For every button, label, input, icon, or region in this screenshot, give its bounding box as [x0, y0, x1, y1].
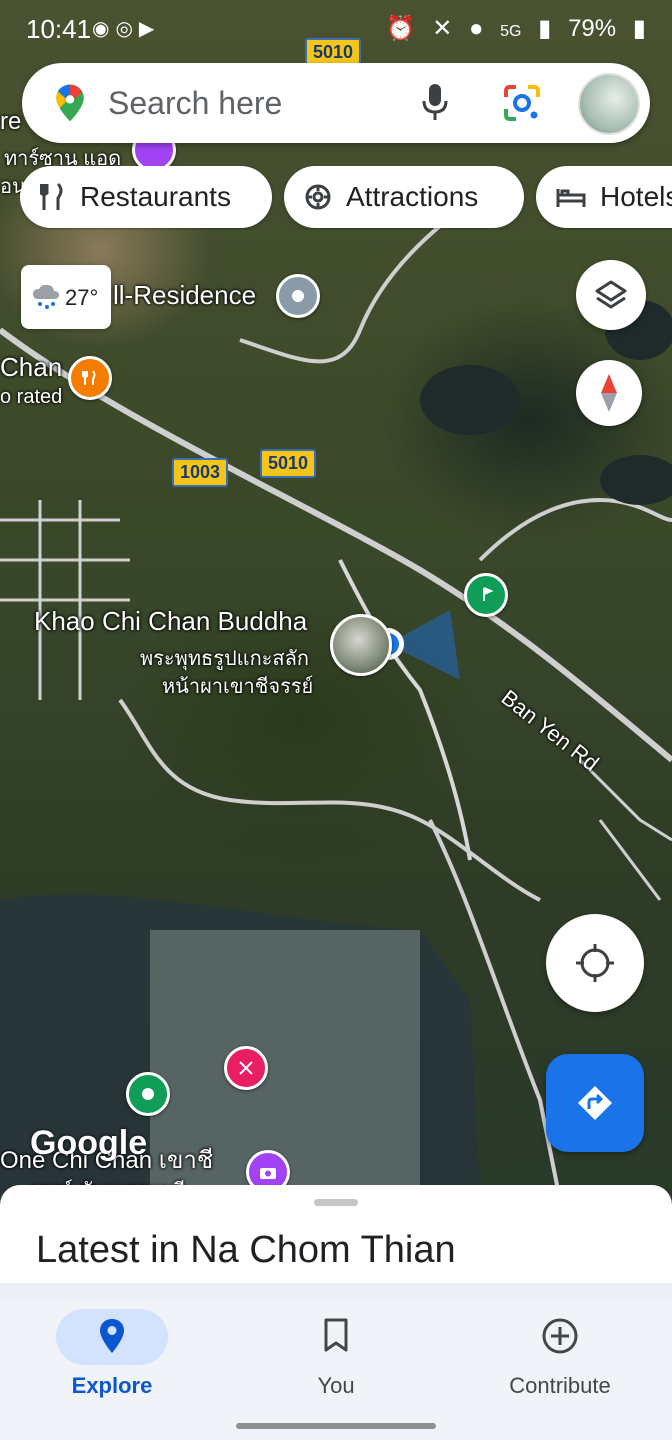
chip-attractions[interactable]: Attractions: [284, 166, 524, 228]
route-shield: 1003: [172, 458, 229, 487]
bottom-sheet[interactable]: Latest in Na Chom Thian: [0, 1185, 672, 1283]
compass-icon: [601, 374, 617, 412]
search-bar[interactable]: Search here: [22, 63, 650, 143]
nav-label: Contribute: [509, 1373, 611, 1398]
youtube-icon: ▶: [138, 18, 161, 40]
nav-explore[interactable]: Explore: [0, 1301, 224, 1411]
mute-icon: ✕: [432, 15, 453, 42]
location-pin-icon: [100, 1319, 124, 1353]
nav-you[interactable]: You: [224, 1301, 448, 1411]
route-shield: 5010: [260, 449, 317, 478]
map-label-buddha-thai: หน้าผาเขาชีจรรย์: [162, 676, 314, 698]
status-right: ⏰ ✕ ● 5G ▮ 79% ▮: [376, 14, 646, 43]
status-bar: 10:41 ◉◎▶ ⏰ ✕ ● 5G ▮ 79% ▮: [0, 0, 672, 58]
chip-label: Attractions: [346, 181, 479, 212]
crosshair-icon: [576, 944, 614, 982]
nav-label: Explore: [71, 1373, 153, 1398]
google-maps-logo-icon: [56, 84, 84, 122]
battery-icon: ▮: [632, 15, 646, 42]
my-location-button[interactable]: [546, 914, 644, 1012]
nav-contribute[interactable]: Contribute: [448, 1301, 672, 1411]
restaurant-pin-icon[interactable]: [68, 356, 112, 400]
location-icon: ●: [468, 15, 484, 42]
category-chips: Restaurants Attractions Hotels: [20, 166, 672, 230]
activity-pin-icon[interactable]: [224, 1046, 268, 1090]
sheet-drag-handle[interactable]: [314, 1199, 358, 1206]
add-circle-icon: [542, 1318, 578, 1354]
map-label-restaurant[interactable]: Chan: [0, 352, 62, 383]
residence-pin-icon[interactable]: [276, 274, 320, 318]
google-lens-icon[interactable]: [500, 81, 544, 125]
divider: [0, 1283, 672, 1301]
alarm-icon: ⏰: [385, 15, 416, 42]
layers-icon: [595, 280, 627, 309]
attraction-icon: [305, 184, 331, 210]
chip-restaurants[interactable]: Restaurants: [20, 166, 272, 228]
bookmark-icon: [324, 1318, 348, 1352]
golf-pin-icon[interactable]: [464, 573, 508, 617]
map-label-residence[interactable]: ll-Residence: [113, 280, 256, 311]
nav-label: You: [317, 1373, 355, 1398]
fork-knife-icon: [40, 182, 63, 210]
bed-icon: [556, 189, 586, 207]
bottom-navigation: Explore You Contribute: [0, 1301, 672, 1440]
messenger-icon: ◉: [92, 18, 116, 40]
signal-icon: ▮: [538, 15, 552, 42]
directions-icon: [578, 1086, 612, 1120]
battery-level: 79%: [568, 15, 617, 42]
chip-label: Restaurants: [80, 181, 231, 212]
buddha-photo-pin-icon[interactable]: [330, 614, 392, 676]
avatar[interactable]: [578, 73, 640, 135]
compass-button[interactable]: [576, 360, 642, 426]
weather-widget[interactable]: 27°: [21, 265, 111, 329]
park-pin-icon[interactable]: [126, 1072, 170, 1116]
map-label-rating: o rated: [0, 386, 63, 408]
directions-button[interactable]: [546, 1054, 644, 1152]
chip-hotels[interactable]: Hotels: [536, 166, 672, 228]
weather-temperature: 27°: [65, 285, 99, 310]
layers-button[interactable]: [576, 260, 646, 330]
chip-label: Hotels: [600, 181, 672, 212]
map-label: re: [0, 108, 22, 135]
microphone-icon[interactable]: [420, 81, 450, 125]
home-indicator[interactable]: [236, 1423, 436, 1429]
status-time: 10:41: [26, 14, 92, 44]
google-logo: Google: [30, 1124, 148, 1162]
search-input[interactable]: Search here: [108, 85, 282, 122]
rain-cloud-icon: [33, 284, 59, 309]
compass-status-icon: ◎: [115, 18, 139, 40]
network-type: 5G: [500, 23, 522, 40]
sheet-title: Latest in Na Chom Thian: [36, 1229, 456, 1271]
notification-icons: ◉◎▶: [92, 16, 160, 41]
map-label-buddha[interactable]: Khao Chi Chan Buddha: [34, 606, 307, 637]
